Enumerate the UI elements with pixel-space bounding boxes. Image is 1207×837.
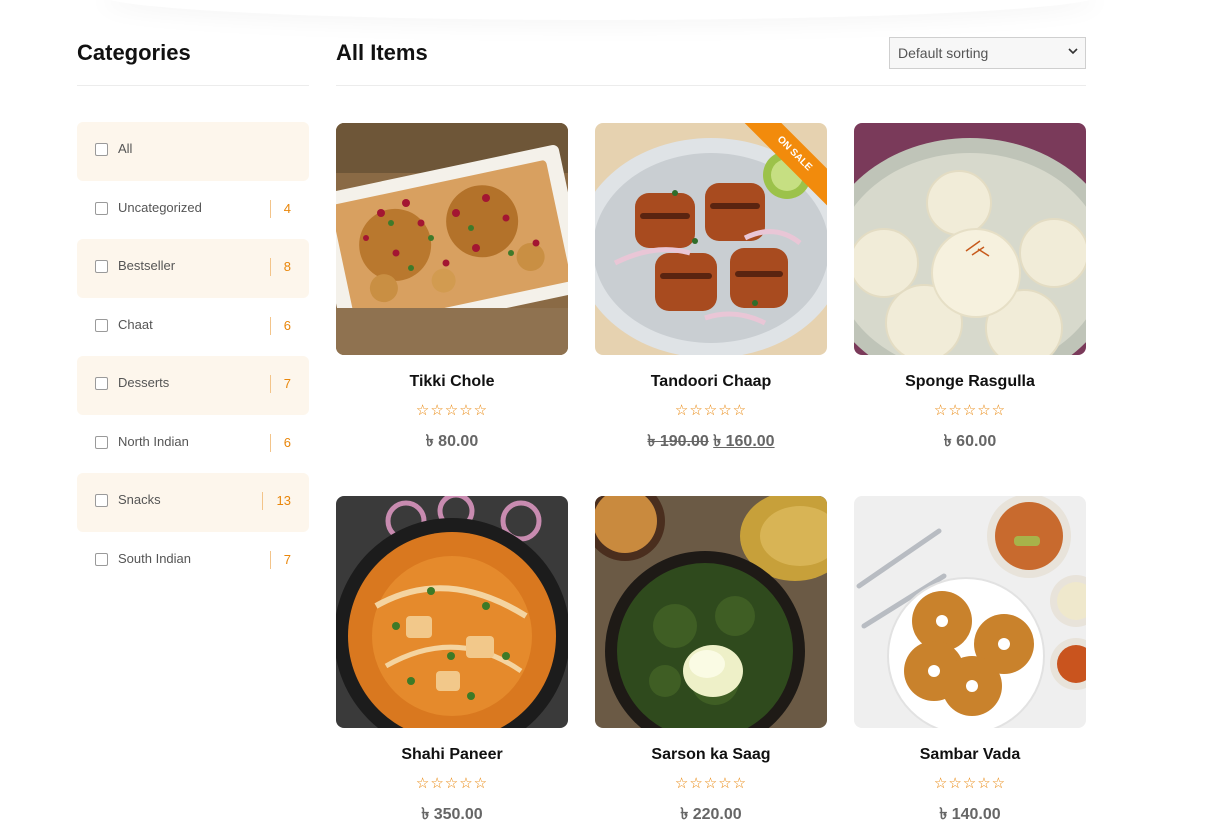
checkbox-icon[interactable] xyxy=(95,143,108,156)
product-title[interactable]: Sarson ka Saag xyxy=(595,746,827,764)
category-label: Bestseller xyxy=(118,258,176,273)
product-card-sarson-ka-saag[interactable]: Sarson ka Saag ☆☆☆☆☆ ৳ 220.00 xyxy=(595,496,827,826)
category-label: Chaat xyxy=(118,316,153,332)
star-outline-icon: ☆☆☆☆☆ xyxy=(933,775,1007,792)
category-item-bestseller[interactable]: Bestseller 8 xyxy=(77,239,309,298)
product-card-shahi-paneer[interactable]: Shahi Paneer ☆☆☆☆☆ ৳ 350.00 xyxy=(336,496,568,826)
product-title[interactable]: Tandoori Chaap xyxy=(595,373,827,391)
star-outline-icon: ☆☆☆☆☆ xyxy=(674,402,748,419)
product-price: ৳ 140.00 xyxy=(854,801,1086,828)
checkbox-icon[interactable] xyxy=(95,494,108,507)
product-price: ৳ 80.00 xyxy=(336,428,568,455)
product-image-tikki-chole[interactable] xyxy=(336,123,568,355)
count-divider xyxy=(270,550,271,569)
header-divider xyxy=(336,85,1086,86)
category-label: North Indian xyxy=(118,433,189,449)
product-title[interactable]: Sambar Vada xyxy=(854,746,1086,764)
checkbox-icon[interactable] xyxy=(95,260,108,273)
current-price: ৳ 80.00 xyxy=(425,433,479,450)
category-count: 8 xyxy=(283,259,291,274)
category-count: 13 xyxy=(276,493,291,508)
product-card-tikki-chole[interactable]: Tikki Chole ☆☆☆☆☆ ৳ 80.00 xyxy=(336,123,568,453)
category-count: 7 xyxy=(283,551,291,567)
count-divider xyxy=(270,258,271,276)
product-image-shahi-paneer[interactable] xyxy=(336,496,568,728)
star-outline-icon: ☆☆☆☆☆ xyxy=(933,402,1007,419)
category-item-north-indian[interactable]: North Indian 6 xyxy=(77,415,309,474)
category-item-chaat[interactable]: Chaat 6 xyxy=(77,298,309,357)
sort-select[interactable]: Default sorting xyxy=(889,37,1086,69)
product-card-tandoori-chaap[interactable]: ON SALE Tandoori Chaap ☆☆☆☆☆ ৳ 190.00 ৳ … xyxy=(595,123,827,453)
current-price: ৳ 220.00 xyxy=(680,806,742,823)
current-price: ৳ 350.00 xyxy=(421,806,483,823)
original-price: ৳ 190.00 xyxy=(647,433,709,450)
count-divider xyxy=(270,316,271,335)
category-item-all[interactable]: All xyxy=(77,122,309,181)
product-image-sponge-rasgulla[interactable] xyxy=(854,123,1086,355)
category-label: Uncategorized xyxy=(118,199,202,215)
category-list: All Uncategorized 4 Bestseller 8 Chaat 6… xyxy=(77,122,309,590)
sale-price: ৳ 160.00 xyxy=(713,433,775,450)
category-count: 7 xyxy=(283,376,291,391)
category-sidebar: Categories All Uncategorized 4 Bestselle… xyxy=(77,38,309,590)
product-title[interactable]: Sponge Rasgulla xyxy=(854,373,1086,391)
category-count: 6 xyxy=(283,434,291,450)
category-item-uncategorized[interactable]: Uncategorized 4 xyxy=(77,181,309,240)
count-divider xyxy=(270,375,271,393)
star-outline-icon: ☆☆☆☆☆ xyxy=(674,775,748,792)
product-image-sambar-vada[interactable] xyxy=(854,496,1086,728)
checkbox-icon[interactable] xyxy=(95,435,108,449)
category-label: Snacks xyxy=(118,492,161,507)
category-label: All xyxy=(118,141,133,156)
sort-selected-value: Default sorting xyxy=(898,45,989,61)
checkbox-icon[interactable] xyxy=(95,377,108,390)
product-price: ৳ 350.00 xyxy=(336,801,568,828)
category-item-south-indian[interactable]: South Indian 7 xyxy=(77,532,309,591)
current-price: ৳ 60.00 xyxy=(943,433,997,450)
sidebar-title: Categories xyxy=(77,40,191,65)
category-label: Desserts xyxy=(118,375,170,390)
chevron-down-icon xyxy=(1068,48,1078,55)
checkbox-icon[interactable] xyxy=(95,552,108,566)
product-image-sarson-ka-saag[interactable] xyxy=(595,496,827,728)
current-price: ৳ 140.00 xyxy=(939,806,1001,823)
sidebar-divider xyxy=(77,85,309,86)
product-card-sambar-vada[interactable]: Sambar Vada ☆☆☆☆☆ ৳ 140.00 xyxy=(854,496,1086,826)
product-price: ৳ 220.00 xyxy=(595,801,827,828)
product-title[interactable]: Shahi Paneer xyxy=(336,746,568,764)
count-divider xyxy=(270,433,271,452)
category-count: 6 xyxy=(283,317,291,333)
star-outline-icon: ☆☆☆☆☆ xyxy=(415,402,489,419)
category-item-snacks[interactable]: Snacks 13 xyxy=(77,473,309,532)
star-outline-icon: ☆☆☆☆☆ xyxy=(415,775,489,792)
product-title[interactable]: Tikki Chole xyxy=(336,373,568,391)
product-price: ৳ 60.00 xyxy=(854,428,1086,455)
checkbox-icon[interactable] xyxy=(95,201,108,215)
checkbox-icon[interactable] xyxy=(95,318,108,332)
category-item-desserts[interactable]: Desserts 7 xyxy=(77,356,309,415)
category-label: South Indian xyxy=(118,550,192,566)
count-divider xyxy=(262,492,263,510)
product-card-sponge-rasgulla[interactable]: Sponge Rasgulla ☆☆☆☆☆ ৳ 60.00 xyxy=(854,123,1086,453)
page-title: All Items xyxy=(336,40,428,65)
header-shadow xyxy=(100,0,1100,20)
product-image-tandoori-chaap[interactable]: ON SALE xyxy=(595,123,827,355)
product-price: ৳ 190.00 ৳ 160.00 xyxy=(595,428,827,455)
count-divider xyxy=(270,199,271,218)
category-count: 4 xyxy=(283,200,291,216)
